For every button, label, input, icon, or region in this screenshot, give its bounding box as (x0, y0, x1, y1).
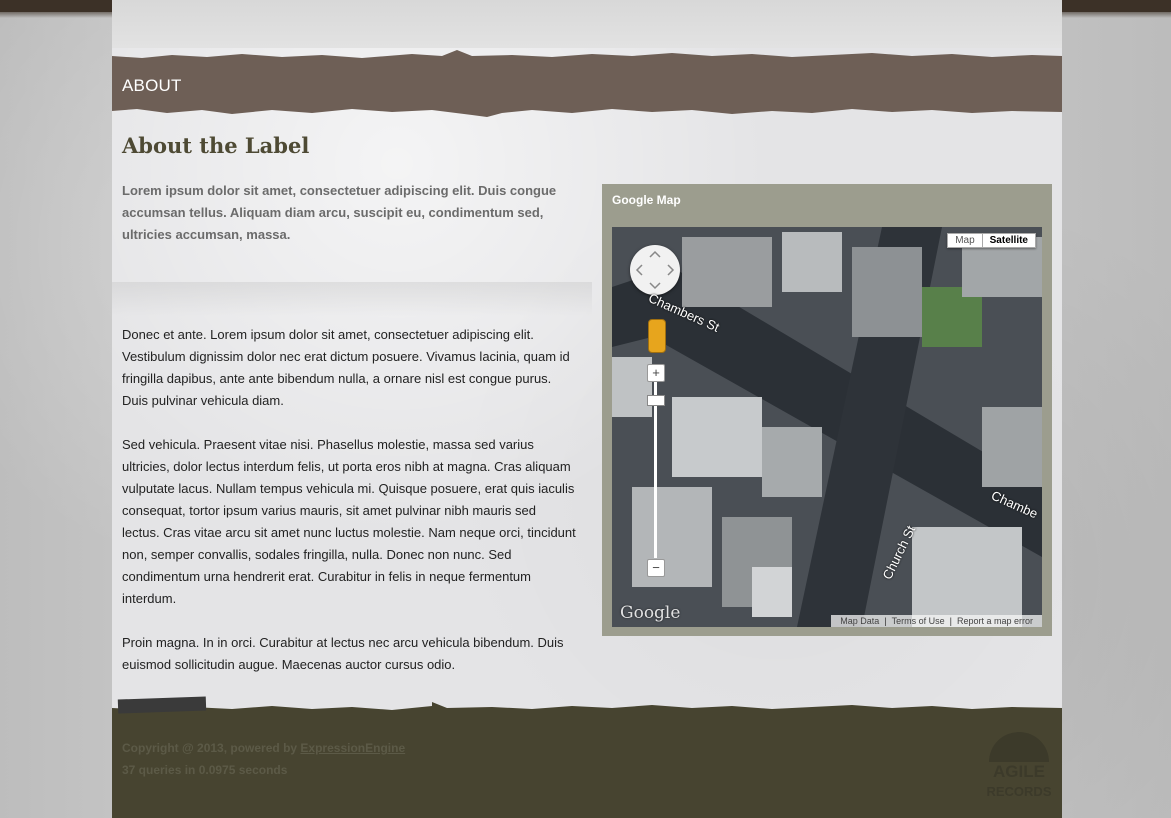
expressionengine-link[interactable]: ExpressionEngine (300, 741, 405, 755)
zoom-slider-handle[interactable] (647, 395, 665, 406)
footer-tear (112, 702, 1062, 714)
copyright-text: Copyright @ 2013, powered by ExpressionE… (122, 741, 405, 755)
query-stats: 37 queries in 0.0975 seconds (122, 763, 288, 777)
zoom-in-button[interactable]: + (647, 364, 665, 382)
divider-texture (112, 282, 592, 316)
logo-dome-icon (989, 732, 1049, 762)
report-map-error-link[interactable]: Report a map error (952, 616, 1038, 626)
pan-control[interactable] (630, 245, 680, 295)
map-widget: Google Map Map Satellite + − Chambers St… (602, 184, 1052, 636)
terms-of-use-link[interactable]: Terms of Use (887, 616, 950, 626)
map-type-controls: Map Satellite (947, 233, 1036, 248)
zoom-out-button[interactable]: − (647, 559, 665, 577)
header-tear-top (112, 50, 1062, 60)
pan-arrows-icon (635, 250, 675, 290)
page-top-shade (112, 0, 1062, 48)
header-band: ABOUT (112, 50, 1062, 117)
intro-paragraph: Lorem ipsum dolor sit amet, consectetuer… (122, 183, 557, 242)
map-type-map-button[interactable]: Map (947, 233, 983, 248)
agile-records-logo: AGILE RECORDS (984, 732, 1054, 804)
page-title: About the Label (122, 133, 310, 158)
section-title: ABOUT (122, 76, 182, 95)
body-paragraph-2: Sed vehicula. Praesent vitae nisi. Phase… (122, 437, 576, 606)
logo-text-records: RECORDS (986, 784, 1052, 799)
zoom-slider-track[interactable] (654, 382, 657, 558)
map-footer-links: Map Data | Terms of Use | Report a map e… (831, 615, 1042, 627)
page-container: ABOUT About the Label Lorem ipsum dolor … (112, 0, 1062, 818)
copyright-prefix: Copyright @ 2013, powered by (122, 741, 298, 755)
body-paragraph-1: Donec et ante. Lorem ipsum dolor sit ame… (122, 327, 570, 408)
header-tear-bottom (112, 107, 1062, 117)
body-paragraph-3: Proin magna. In in orci. Curabitur at le… (122, 635, 564, 672)
map-canvas[interactable]: Map Satellite + − Chambers St Church St … (612, 227, 1042, 627)
street-view-pegman-icon[interactable] (648, 319, 666, 353)
google-logo: Google (620, 603, 681, 623)
map-widget-title: Google Map (612, 193, 681, 207)
site-footer: Copyright @ 2013, powered by ExpressionE… (112, 696, 1062, 818)
map-data-link[interactable]: Map Data (835, 616, 884, 626)
logo-text-agile: AGILE (993, 762, 1045, 781)
map-type-satellite-button[interactable]: Satellite (982, 233, 1036, 248)
